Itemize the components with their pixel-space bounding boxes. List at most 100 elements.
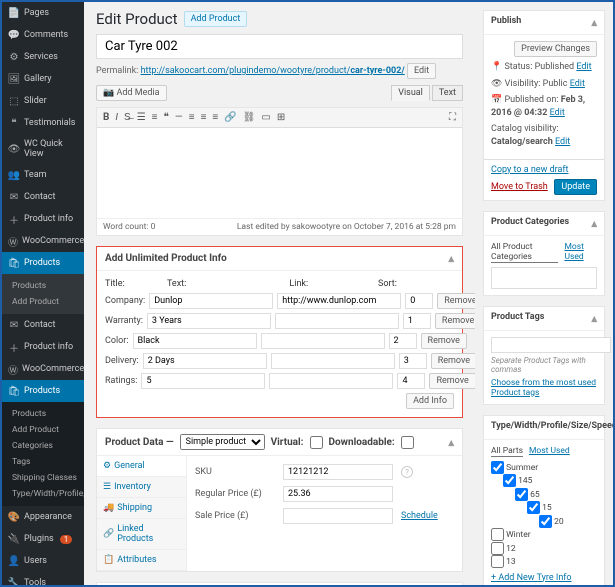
sidebar-subitem[interactable]: Tags — [2, 454, 84, 470]
remove-button[interactable]: Remove — [421, 333, 467, 349]
sku-input[interactable] — [283, 464, 393, 480]
sidebar-item[interactable]: 🛍Products — [2, 380, 84, 402]
info-text-input[interactable] — [149, 293, 273, 309]
product-data-tab[interactable]: ☰Inventory — [97, 477, 186, 498]
edit-date-link[interactable]: Edit — [550, 108, 565, 118]
more-icon[interactable]: ▭ — [261, 112, 270, 123]
sidebar-item[interactable]: 👁WC Quick View — [2, 134, 84, 164]
info-text-input[interactable] — [147, 313, 271, 329]
align-center-icon[interactable]: ≡ — [201, 112, 207, 123]
info-sort-input[interactable] — [389, 333, 417, 349]
editor-text-tab[interactable]: Text — [432, 85, 463, 101]
sidebar-item[interactable]: ⬚Slider — [2, 90, 84, 112]
tw-most-used-tab[interactable]: Most Used — [529, 446, 570, 457]
link-icon[interactable]: 🔗 — [224, 112, 236, 123]
edit-catalog-link[interactable]: Edit — [555, 137, 570, 147]
regular-price-input[interactable] — [283, 486, 393, 502]
sidebar-item[interactable]: ⓌWooCommerce — [2, 358, 84, 380]
sidebar-subitem[interactable]: Products — [2, 278, 84, 294]
sidebar-item[interactable]: 📄Pages — [2, 2, 84, 24]
sidebar-item[interactable]: ＋Product info — [2, 208, 84, 230]
sidebar-item[interactable]: 🎨Appearance — [2, 506, 84, 528]
italic-icon[interactable]: I — [115, 112, 118, 123]
tree-checkbox[interactable] — [491, 461, 504, 474]
sidebar-item[interactable]: ⚙Services — [2, 46, 84, 68]
tree-checkbox[interactable] — [503, 474, 516, 487]
sidebar-subitem[interactable]: Type/Width/Profile/Size/Speed — [2, 486, 84, 502]
tree-checkbox[interactable] — [527, 501, 540, 514]
sidebar-item[interactable]: ✉Contact — [2, 186, 84, 208]
collapse-icon[interactable]: ▴ — [591, 312, 597, 325]
cat-most-used-tab[interactable]: Most Used — [564, 242, 597, 263]
editor-visual-tab[interactable]: Visual — [391, 85, 430, 101]
strike-icon[interactable]: S̶ — [124, 112, 131, 123]
update-button[interactable]: Update — [554, 179, 597, 195]
tag-input[interactable] — [491, 337, 611, 353]
number-list-icon[interactable]: ≡ — [152, 112, 158, 123]
tree-checkbox[interactable] — [539, 515, 552, 528]
sidebar-item[interactable]: ✉Contact — [2, 314, 84, 336]
info-text-input[interactable] — [143, 353, 267, 369]
permalink-edit-button[interactable]: Edit — [407, 63, 436, 79]
product-data-tab[interactable]: ⚙General — [97, 456, 186, 477]
sidebar-subitem[interactable]: Products — [2, 406, 84, 422]
tree-checkbox[interactable] — [515, 488, 528, 501]
toolbar-toggle-icon[interactable]: ⊞ — [277, 112, 285, 123]
unlink-icon[interactable]: ⛓ — [243, 112, 256, 123]
sidebar-item[interactable]: ⓌWooCommerce — [2, 230, 84, 252]
align-right-icon[interactable]: ≡ — [212, 112, 218, 123]
sidebar-subitem[interactable]: Categories — [2, 438, 84, 454]
bullet-list-icon[interactable]: ☰ — [137, 112, 146, 123]
sale-price-input[interactable] — [283, 508, 393, 524]
sidebar-item[interactable]: 🔌Plugins1 — [2, 528, 84, 550]
collapse-icon[interactable]: ▴ — [591, 217, 597, 230]
collapse-icon[interactable]: ▴ — [448, 436, 454, 449]
sidebar-item[interactable]: 🛍Products — [2, 252, 84, 274]
add-product-button[interactable]: Add Product — [184, 11, 248, 27]
permalink-link[interactable]: http://sakoocart.com/plugindemo/wootyre/… — [141, 66, 405, 76]
sidebar-item[interactable]: 🖼Gallery — [2, 68, 84, 90]
sidebar-item[interactable]: 💬Comments — [2, 24, 84, 46]
add-media-button[interactable]: 📷 Add Media — [96, 85, 167, 101]
sidebar-subitem[interactable]: Add Product — [2, 422, 84, 438]
info-sort-input[interactable] — [403, 313, 431, 329]
product-data-tab[interactable]: 🚚Shipping — [97, 498, 186, 519]
info-link-input[interactable] — [269, 373, 393, 389]
info-link-input[interactable] — [261, 333, 385, 349]
info-text-input[interactable] — [141, 373, 265, 389]
preview-button[interactable]: Preview Changes — [514, 41, 597, 57]
sidebar-item[interactable]: 🔧Tools — [2, 572, 84, 585]
add-info-button[interactable]: Add Info — [406, 393, 454, 409]
help-icon[interactable]: ? — [401, 466, 413, 478]
remove-button[interactable]: Remove — [437, 293, 475, 309]
fullscreen-icon[interactable]: ⛶ — [449, 112, 456, 123]
sidebar-item[interactable]: 👥Team — [2, 164, 84, 186]
category-list[interactable] — [491, 267, 597, 289]
align-left-icon[interactable]: ≡ — [189, 112, 195, 123]
trash-link[interactable]: Move to Trash — [491, 182, 548, 192]
tree-checkbox[interactable] — [491, 555, 504, 568]
choose-tags-link[interactable]: Choose from the most used Product tags — [491, 378, 597, 398]
sidebar-item[interactable]: ＋Product info — [2, 336, 84, 358]
info-text-input[interactable] — [133, 333, 257, 349]
info-sort-input[interactable] — [405, 293, 433, 309]
tree-checkbox[interactable] — [491, 528, 504, 541]
add-tyre-info-link[interactable]: + Add New Tyre Info — [491, 573, 597, 583]
hr-icon[interactable]: — — [175, 112, 183, 123]
tw-all-tab[interactable]: All Parts — [491, 446, 523, 457]
editor-body[interactable] — [97, 128, 462, 218]
quote-icon[interactable]: ❝ — [164, 112, 169, 123]
info-link-input[interactable] — [271, 353, 395, 369]
copy-draft-link[interactable]: Copy to a new draft — [491, 165, 597, 175]
edit-status-link[interactable]: Edit — [576, 62, 591, 72]
bold-icon[interactable]: B — [103, 112, 109, 123]
downloadable-checkbox[interactable] — [401, 436, 414, 449]
remove-button[interactable]: Remove — [429, 373, 475, 389]
collapse-icon[interactable]: ▴ — [448, 252, 454, 265]
info-link-input[interactable] — [277, 293, 401, 309]
cat-all-tab[interactable]: All Product Categories — [491, 242, 558, 263]
product-title-input[interactable] — [96, 34, 463, 59]
tree-checkbox[interactable] — [491, 542, 504, 555]
info-link-input[interactable] — [275, 313, 399, 329]
collapse-icon[interactable]: ▴ — [591, 16, 597, 29]
